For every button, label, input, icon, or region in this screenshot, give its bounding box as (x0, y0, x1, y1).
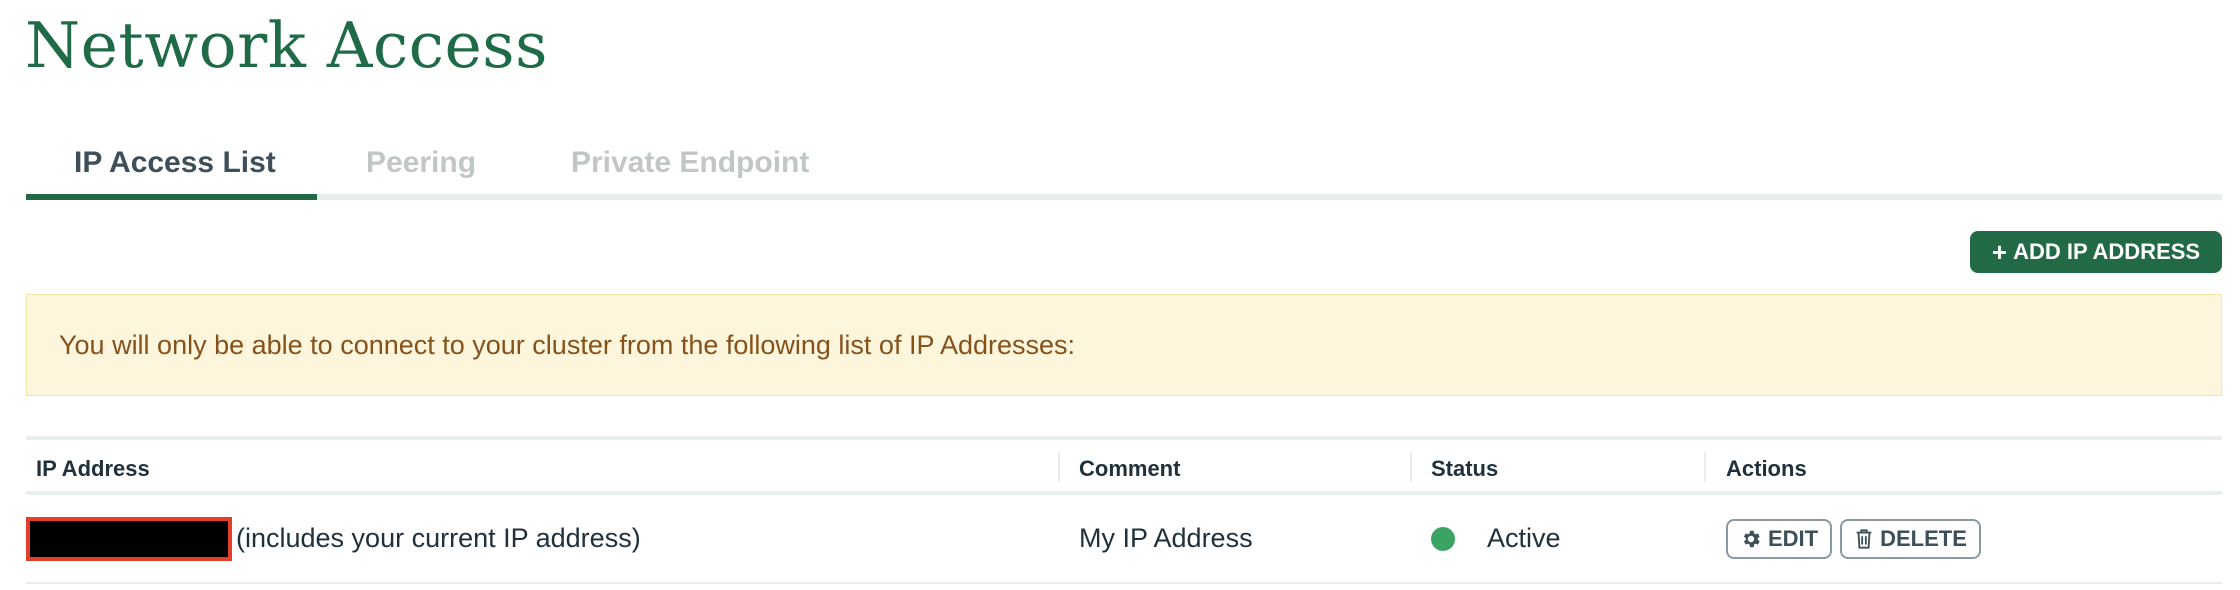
info-banner-text: You will only be able to connect to your… (59, 329, 1076, 360)
status-indicator (1431, 526, 1455, 551)
active-tab-indicator (26, 194, 317, 200)
header-comment[interactable]: Comment (1079, 440, 1180, 491)
comment-cell: My IP Address (1079, 523, 1253, 553)
ip-address-cell: (includes your current IP address) (26, 495, 641, 582)
table-header: IP Address Comment Status Actions (26, 440, 2222, 495)
tab-ip-access-list[interactable]: IP Access List (74, 140, 276, 194)
ip-access-table: IP Address Comment Status Actions (inclu… (26, 436, 2222, 584)
column-divider (1410, 452, 1412, 482)
column-divider (1058, 452, 1060, 482)
status-label: Active (1487, 523, 1561, 553)
tab-peering[interactable]: Peering (366, 140, 476, 194)
table-row: (includes your current IP address) My IP… (26, 495, 2222, 584)
tab-private-endpoint[interactable]: Private Endpoint (571, 140, 809, 194)
delete-button[interactable]: DELETE (1840, 518, 1981, 559)
trash-icon (1854, 528, 1874, 550)
plus-icon: + (1991, 237, 2008, 267)
page-title: Network Access (25, 9, 548, 82)
header-status[interactable]: Status (1431, 440, 1498, 491)
tab-bar-divider (26, 194, 2222, 200)
column-divider (1704, 452, 1706, 482)
add-ip-address-label: ADD IP ADDRESS (2013, 239, 2201, 264)
header-actions: Actions (1726, 456, 1807, 481)
redacted-ip-address (26, 516, 232, 561)
status-cell: Active (1431, 495, 1561, 582)
delete-label: DELETE (1880, 525, 1967, 551)
gear-icon (1740, 528, 1762, 550)
edit-label: EDIT (1768, 525, 1819, 551)
edit-button[interactable]: EDIT (1726, 518, 1833, 559)
ip-address-note: (includes your current IP address) (236, 523, 641, 553)
header-ip-address[interactable]: IP Address (36, 440, 150, 491)
tab-bar: IP Access List Peering Private Endpoint (26, 140, 2222, 200)
actions-cell: EDIT DELETE (1726, 495, 1989, 582)
info-banner: You will only be able to connect to your… (26, 294, 2222, 396)
add-ip-address-button[interactable]: + ADD IP ADDRESS (1970, 231, 2222, 273)
